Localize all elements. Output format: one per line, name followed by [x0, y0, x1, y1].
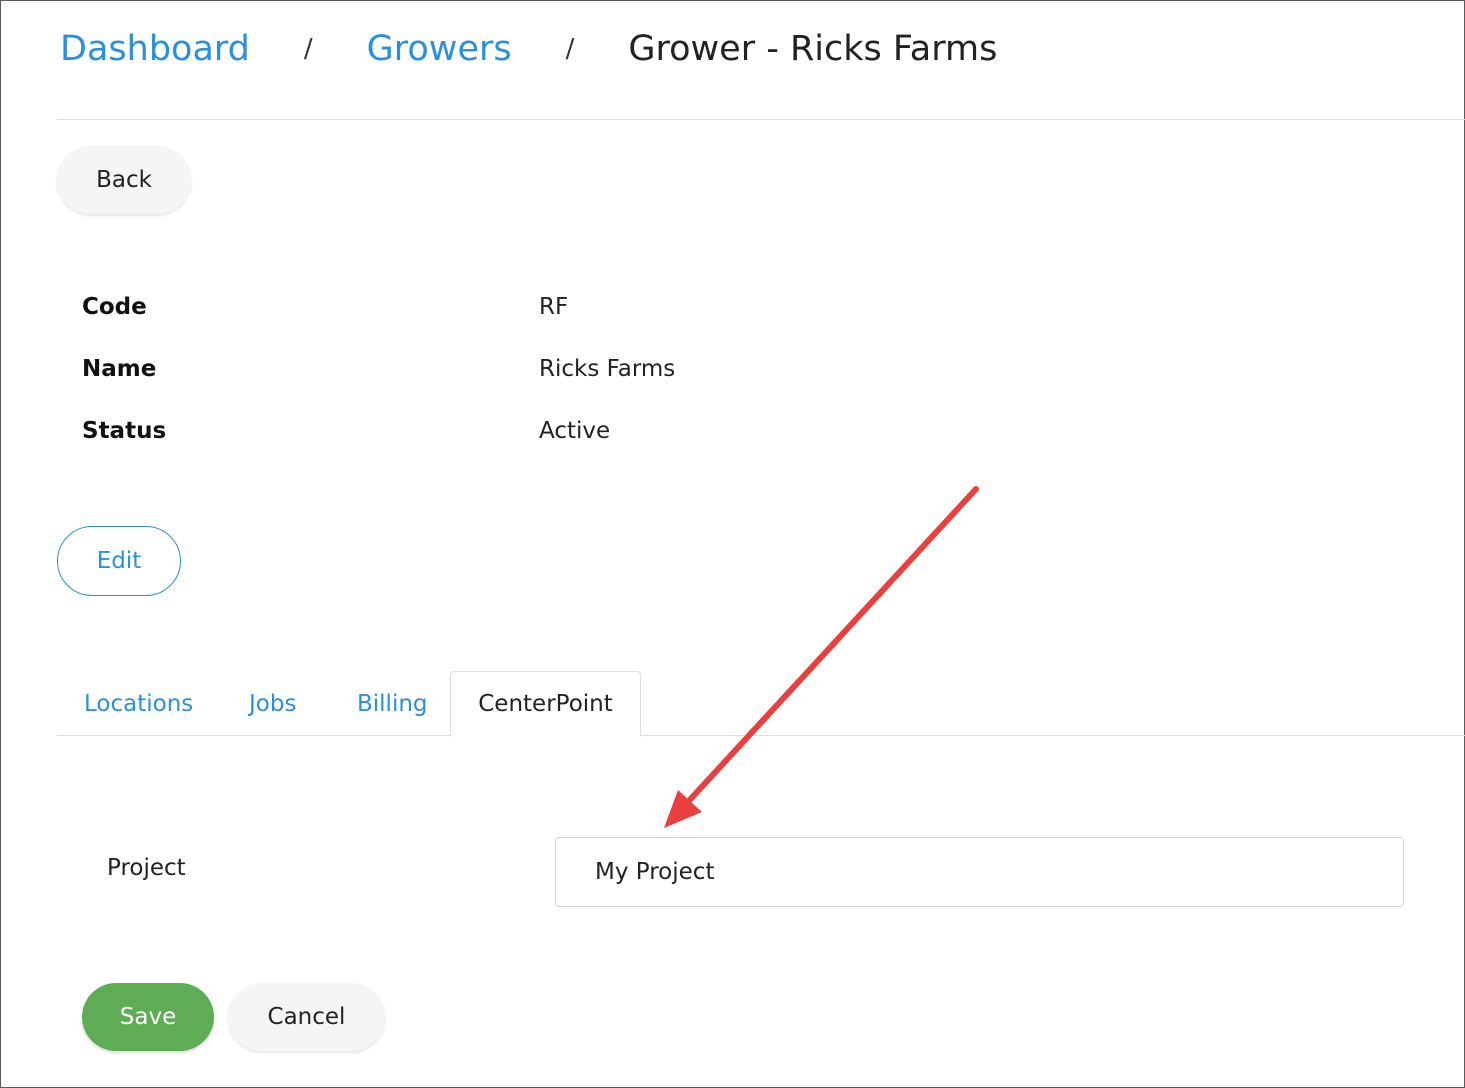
header-divider [57, 119, 1465, 120]
project-label: Project [107, 855, 186, 881]
project-input[interactable] [555, 837, 1404, 907]
breadcrumb-dashboard-link[interactable]: Dashboard [60, 29, 250, 69]
tab-centerpoint[interactable]: CenterPoint [450, 671, 641, 737]
cancel-button[interactable]: Cancel [228, 983, 385, 1051]
tab-locations[interactable]: Locations [84, 671, 193, 736]
breadcrumb-separator: / [565, 34, 575, 64]
name-value: Ricks Farms [539, 356, 676, 382]
save-button[interactable]: Save [82, 983, 214, 1051]
breadcrumb: Dashboard / Growers / Grower - Ricks Far… [60, 24, 997, 74]
back-button[interactable]: Back [57, 146, 191, 214]
detail-row-name: Name Ricks Farms [82, 356, 882, 396]
tab-billing[interactable]: Billing [357, 671, 428, 736]
tab-jobs[interactable]: Jobs [249, 671, 296, 736]
breadcrumb-separator: / [303, 34, 313, 64]
status-value: Active [539, 418, 611, 444]
detail-row-status: Status Active [82, 418, 882, 458]
name-label: Name [82, 356, 157, 382]
code-label: Code [82, 294, 147, 320]
edit-button[interactable]: Edit [57, 526, 181, 596]
page-title: Grower - Ricks Farms [628, 29, 998, 69]
code-value: RF [539, 294, 569, 320]
status-label: Status [82, 418, 167, 444]
page-frame [0, 0, 1465, 1088]
detail-row-code: Code RF [82, 294, 882, 334]
breadcrumb-growers-link[interactable]: Growers [367, 29, 512, 69]
